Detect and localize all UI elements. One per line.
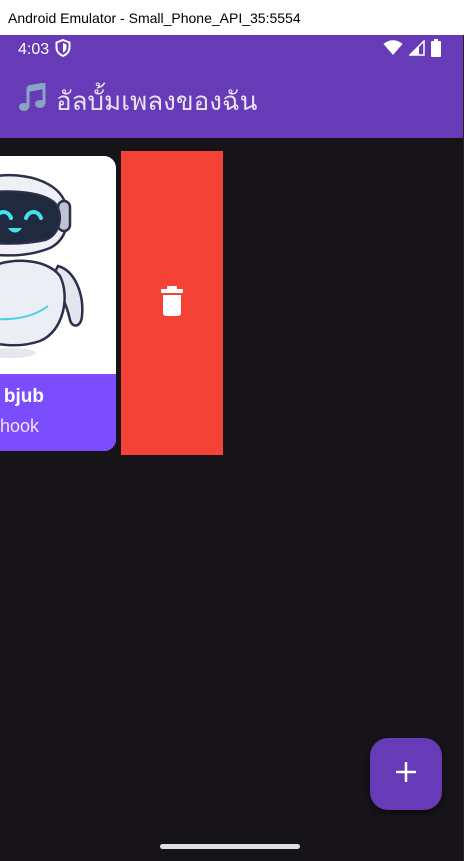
add-album-button[interactable] <box>370 738 442 810</box>
app-title: อัลบั้มเพลงของฉัน <box>56 87 258 117</box>
gesture-navigation-bar[interactable] <box>160 844 300 849</box>
album-title: bjub <box>3 386 44 407</box>
shield-icon <box>55 38 71 62</box>
album-card[interactable]: bjub hook <box>0 156 116 451</box>
album-card-info: bjub hook <box>0 374 116 451</box>
plus-icon <box>395 761 417 786</box>
swipe-delete-action[interactable] <box>121 151 223 455</box>
trash-icon <box>161 286 183 320</box>
phone-screen: 4:03 อัลบั้มเพลงของฉัน bjub hook <box>0 35 463 861</box>
album-subtitle: hook <box>0 416 39 436</box>
emulator-window-title: Android Emulator - Small_Phone_API_35:55… <box>0 0 466 35</box>
music-note-icon <box>18 82 48 120</box>
status-bar: 4:03 <box>0 35 463 65</box>
wifi-icon <box>383 39 403 61</box>
status-time: 4:03 <box>18 41 50 58</box>
robot-illustration <box>0 156 116 374</box>
app-bar: อัลบั้มเพลงของฉัน <box>0 65 463 138</box>
signal-icon <box>408 38 425 61</box>
app-title-wrapper: อัลบั้มเพลงของฉัน <box>18 81 257 122</box>
battery-icon <box>431 38 441 62</box>
